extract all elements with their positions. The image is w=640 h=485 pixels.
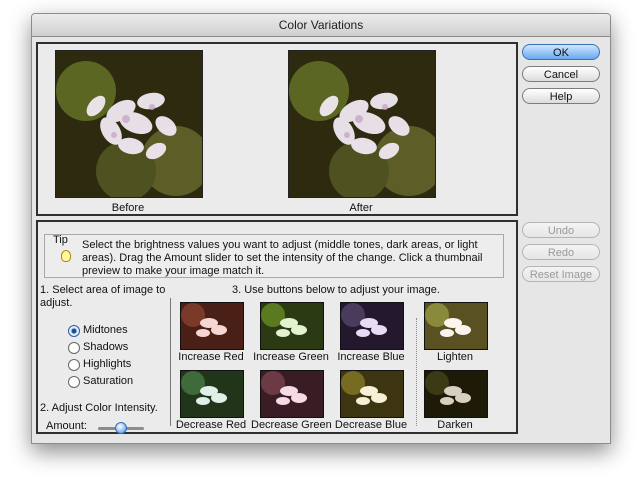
amount-label: Amount: xyxy=(46,420,87,432)
thumb-increase-green[interactable] xyxy=(260,302,324,350)
window-title: Color Variations xyxy=(32,14,610,37)
radio-label: Saturation xyxy=(83,375,134,387)
tip-box: Tip Select the brightness values you wan… xyxy=(44,234,504,278)
after-image xyxy=(288,50,436,198)
tip-label: Tip xyxy=(53,234,68,246)
color-variations-dialog: Color Variations Before After OK Cancel … xyxy=(31,13,611,444)
thumb-decrease-red[interactable] xyxy=(180,370,244,418)
radio-button[interactable] xyxy=(68,342,80,354)
cancel-button[interactable]: Cancel xyxy=(522,66,600,82)
radio-button[interactable] xyxy=(68,359,80,371)
help-button[interactable]: Help xyxy=(522,88,600,104)
thumb-decrease-green[interactable] xyxy=(260,370,324,418)
preview-panel: Before After xyxy=(36,42,518,216)
thumb-increase-blue[interactable] xyxy=(340,302,404,350)
thumb-label: Increase Red xyxy=(178,351,244,363)
thumb-label: Decrease Red xyxy=(175,419,247,431)
thumb-darken[interactable] xyxy=(424,370,488,418)
controls-panel: Tip Select the brightness values you wan… xyxy=(36,220,518,434)
step3-label: 3. Use buttons below to adjust your imag… xyxy=(232,284,440,296)
radio-button[interactable] xyxy=(68,376,80,388)
radio-label: Midtones xyxy=(83,324,128,336)
thumb-label: Decrease Green xyxy=(251,419,332,431)
thumb-label: Lighten xyxy=(436,351,474,363)
thumb-increase-red[interactable] xyxy=(180,302,244,350)
step2-label: 2. Adjust Color Intensity. xyxy=(40,402,158,414)
thumb-label: Decrease Blue xyxy=(334,419,408,431)
after-label: After xyxy=(349,202,373,214)
radio-label: Shadows xyxy=(83,341,129,353)
thumb-decrease-blue[interactable] xyxy=(340,370,404,418)
radio-label: Highlights xyxy=(83,358,132,370)
amount-slider[interactable] xyxy=(98,422,144,434)
thumb-label: Increase Blue xyxy=(337,351,405,363)
thumb-label: Darken xyxy=(437,419,473,431)
thumb-label: Increase Green xyxy=(253,351,329,363)
radio-button-checked[interactable] xyxy=(68,325,80,337)
step1-label: 1. Select area of image to adjust. xyxy=(40,284,166,309)
ok-button[interactable]: OK xyxy=(522,44,600,60)
before-label: Before xyxy=(111,202,145,214)
lightbulb-icon xyxy=(61,250,71,262)
dotted-separator xyxy=(416,318,417,426)
thumb-lighten[interactable] xyxy=(424,302,488,350)
reset-image-button[interactable]: Reset Image xyxy=(522,266,600,282)
redo-button[interactable]: Redo xyxy=(522,244,600,260)
slider-knob[interactable] xyxy=(115,422,127,434)
undo-button[interactable]: Undo xyxy=(522,222,600,238)
before-image xyxy=(55,50,203,198)
tip-text: Select the brightness values you want to… xyxy=(82,239,483,277)
